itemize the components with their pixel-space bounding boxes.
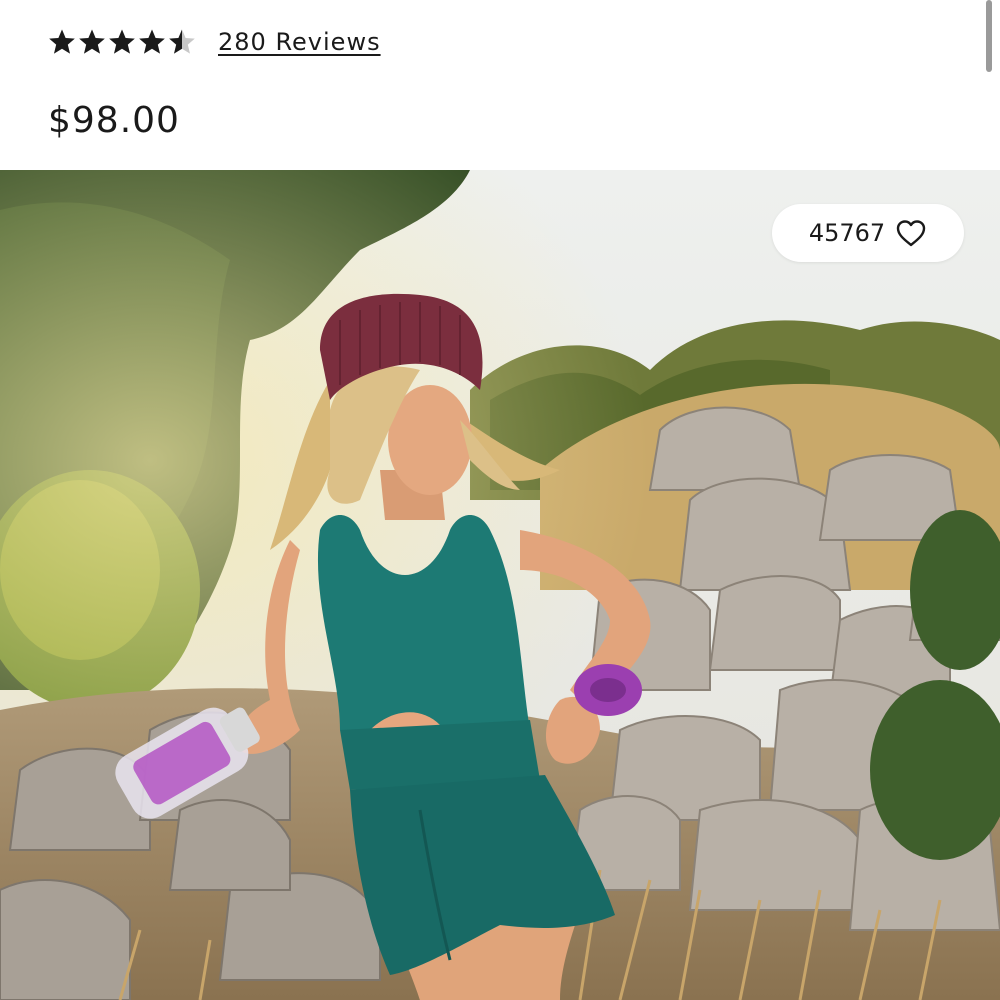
product-page: 280 Reviews $98.00 45767 xyxy=(0,0,1000,1000)
star-full-icon xyxy=(109,29,135,54)
star-half-icon xyxy=(169,29,195,54)
star-full-icon xyxy=(49,29,75,54)
heart-icon xyxy=(896,220,926,247)
rating-row: 280 Reviews xyxy=(48,28,381,56)
product-price: $98.00 xyxy=(48,100,180,141)
star-full-icon xyxy=(79,29,105,54)
favorite-button[interactable]: 45767 xyxy=(772,204,964,262)
star-rating[interactable] xyxy=(48,28,196,56)
product-hero-image[interactable] xyxy=(0,170,1000,1000)
star-full-icon xyxy=(139,29,165,54)
scrollbar[interactable] xyxy=(986,0,992,72)
hero-illustration xyxy=(0,170,1000,1000)
reviews-link[interactable]: 280 Reviews xyxy=(218,28,381,56)
favorites-count: 45767 xyxy=(808,219,886,247)
